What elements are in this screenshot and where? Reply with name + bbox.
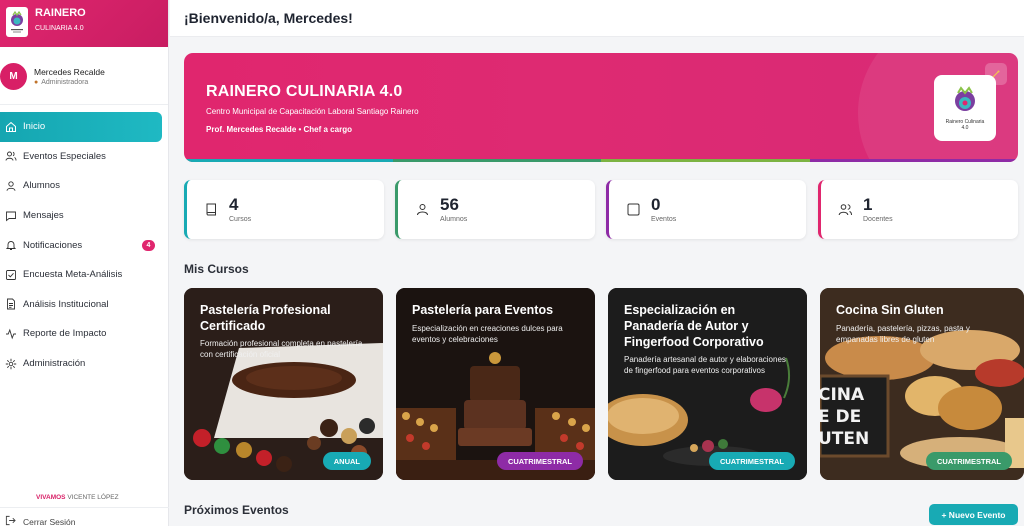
- stat-value: 0: [651, 195, 661, 214]
- brand-logo[interactable]: [6, 7, 28, 37]
- vicente-lopez-text: VICENTE LÓPEZ: [67, 494, 119, 501]
- course-title: Pastelería para Eventos: [412, 303, 554, 317]
- course-description: Especialización en creaciones dulces par…: [412, 324, 563, 344]
- sidebar-item-notificaciones[interactable]: Notificaciones 4: [0, 230, 168, 260]
- sidebar-item-inicio[interactable]: Inicio: [0, 112, 162, 142]
- message-icon: [5, 210, 17, 222]
- courses-grid: Pastelería Profesional Certificado Forma…: [184, 288, 1024, 480]
- notification-badge: 4: [142, 239, 155, 251]
- sidebar-item-reporte[interactable]: Reporte de Impacto: [0, 319, 168, 349]
- brand-header: RAINERO CULINARIA 4.0: [0, 0, 168, 47]
- vivamos-text: VIVAMOS: [36, 494, 66, 501]
- sidebar-item-label: Inicio: [23, 121, 46, 133]
- document-icon: [5, 298, 17, 310]
- course-title: Pastelería Profesional Certificado: [200, 303, 331, 333]
- course-description: Formación profesional completa en pastel…: [200, 339, 363, 359]
- course-card[interactable]: Especialización en Panadería de Autor y …: [608, 288, 807, 480]
- chef-hat-icon: ●: [34, 79, 39, 86]
- brand-name: RAINERO: [35, 7, 86, 19]
- sidebar-item-encuesta[interactable]: Encuesta Meta-Análisis: [0, 260, 168, 290]
- wand-icon: [992, 70, 1000, 78]
- page-title: ¡Bienvenido/a, Mercedes!: [184, 10, 353, 26]
- sidebar-item-analisis[interactable]: Análisis Institucional: [0, 290, 168, 320]
- brand-subtitle: CULINARIA 4.0: [35, 25, 84, 32]
- sidebar-item-label: Mensajes: [23, 210, 64, 222]
- stat-label: Cursos: [229, 216, 252, 223]
- course-tag: CUATRIMESTRAL: [496, 452, 583, 470]
- user-name: Mercedes Recalde: [34, 67, 105, 77]
- bell-icon: [5, 239, 17, 251]
- sidebar-item-label: Notificaciones: [23, 239, 83, 251]
- edit-banner-button[interactable]: [985, 63, 1007, 85]
- logout-label: Cerrar Sesión: [23, 516, 76, 526]
- stats-row: 4 Cursos 56 Alumnos 0 Eventos 1 Docentes: [184, 180, 1018, 239]
- chalkboard-line: UTEN: [820, 429, 870, 449]
- top-bar: ¡Bienvenido/a, Mercedes!: [170, 0, 1024, 37]
- course-tag: CUATRIMESTRAL: [708, 452, 795, 470]
- stat-label: Docentes: [863, 216, 893, 223]
- course-title: Especialización en Panadería de Autor y …: [624, 303, 764, 349]
- logout-button[interactable]: Cerrar Sesión: [5, 515, 75, 526]
- hero-chef: Prof. Mercedes Recalde • Chef a cargo: [206, 125, 352, 134]
- course-card[interactable]: Pastelería Profesional Certificado Forma…: [184, 288, 383, 480]
- stat-label: Alumnos: [440, 216, 468, 223]
- chalkboard-text: CINA E DE UTEN: [820, 384, 884, 450]
- stat-card-eventos[interactable]: 0 Eventos: [606, 180, 806, 239]
- settings-icon: [5, 358, 17, 370]
- user-role: ● Administradora: [34, 79, 105, 86]
- hero-banner: RAINERO CULINARIA 4.0 Centro Municipal d…: [184, 53, 1018, 162]
- new-event-button[interactable]: + Nuevo Evento: [929, 504, 1018, 525]
- user-icon: [5, 180, 17, 192]
- stat-card-docentes[interactable]: 1 Docentes: [818, 180, 1018, 239]
- sidebar-divider: [0, 507, 169, 508]
- course-tag: ANUAL: [322, 452, 371, 470]
- course-description: Panadería artesanal de autor y elaboraci…: [624, 355, 786, 375]
- hero-stripe: [184, 159, 1018, 162]
- sidebar-item-eventos-especiales[interactable]: Eventos Especiales: [0, 142, 168, 172]
- hero-title: RAINERO CULINARIA 4.0: [206, 83, 403, 100]
- course-card[interactable]: CINA E DE UTEN Cocina Sin Gluten Panader…: [820, 288, 1024, 480]
- book-icon: [206, 203, 216, 216]
- section-title-events: Próximos Eventos: [184, 503, 289, 517]
- stat-card-alumnos[interactable]: 56 Alumnos: [395, 180, 595, 239]
- vivamos-logo: VIVAMOS VICENTE LÓPEZ: [36, 494, 119, 501]
- users-icon: [838, 204, 852, 216]
- stat-card-cursos[interactable]: 4 Cursos: [184, 180, 384, 239]
- home-icon: [5, 121, 17, 133]
- checkbox-icon: [5, 269, 17, 281]
- course-tag: CUATRIMESTRAL: [925, 452, 1012, 470]
- hero-logo: Rainero Culinaria 4.0: [934, 75, 996, 141]
- sidebar-item-label: Administración: [23, 358, 86, 370]
- activity-icon: [5, 328, 17, 340]
- hero-logo-text: Rainero Culinaria 4.0: [945, 119, 985, 131]
- sidebar-item-label: Reporte de Impacto: [23, 328, 107, 340]
- avatar: M: [0, 63, 27, 90]
- user-icon: [417, 204, 428, 216]
- sidebar-item-label: Análisis Institucional: [23, 298, 109, 310]
- sidebar-item-label: Alumnos: [23, 180, 60, 192]
- sidebar-item-label: Encuesta Meta-Análisis: [23, 269, 123, 281]
- square-icon: [627, 203, 640, 216]
- logout-icon: [5, 515, 16, 526]
- stat-label: Eventos: [651, 216, 677, 223]
- users-icon: [5, 150, 17, 162]
- course-title: Cocina Sin Gluten: [836, 303, 944, 317]
- hero-subtitle: Centro Municipal de Capacitación Laboral…: [206, 107, 419, 116]
- sidebar: RAINERO CULINARIA 4.0 M Mercedes Recalde…: [0, 0, 169, 526]
- sidebar-nav: Inicio Eventos Especiales Alumnos Mensaj…: [0, 112, 168, 378]
- chalkboard-line: E DE: [820, 407, 862, 427]
- stat-value: 56: [440, 195, 459, 214]
- stat-value: 1: [863, 195, 873, 214]
- user-profile[interactable]: M Mercedes Recalde ● Administradora: [0, 47, 168, 105]
- section-title-courses: Mis Cursos: [184, 262, 249, 276]
- user-role-label: Administradora: [41, 79, 89, 86]
- chalkboard-line: CINA: [820, 385, 865, 405]
- course-description: Panadería, pastelería, pizzas, pasta y e…: [836, 324, 970, 344]
- sidebar-item-administracion[interactable]: Administración: [0, 349, 168, 379]
- sidebar-item-alumnos[interactable]: Alumnos: [0, 171, 168, 201]
- sidebar-item-label: Eventos Especiales: [23, 150, 106, 162]
- course-card[interactable]: Pastelería para Eventos Especialización …: [396, 288, 595, 480]
- sidebar-item-mensajes[interactable]: Mensajes: [0, 201, 168, 231]
- stat-value: 4: [229, 195, 239, 214]
